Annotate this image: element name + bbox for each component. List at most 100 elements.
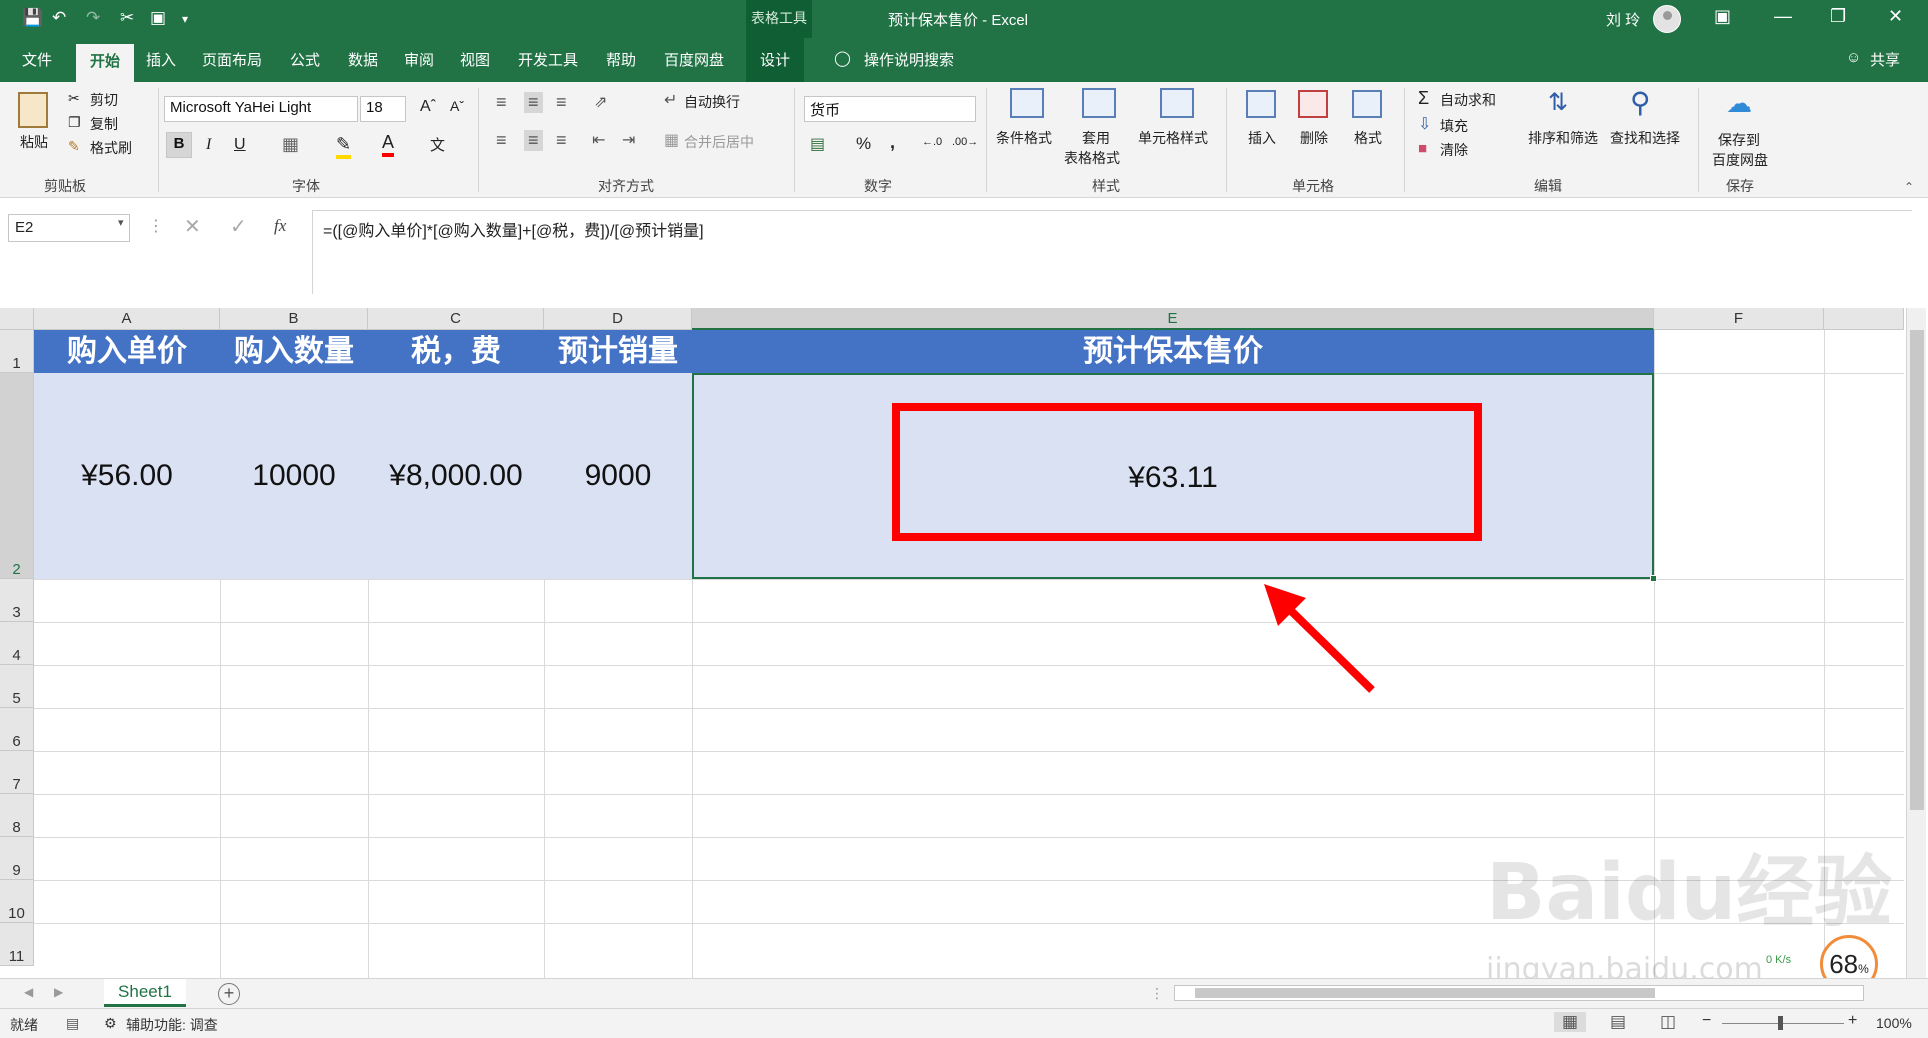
macro-record-icon[interactable]: ▤ bbox=[66, 1015, 79, 1032]
horizontal-scroll-thumb[interactable] bbox=[1195, 988, 1655, 998]
wrap-text-button[interactable]: 自动换行 bbox=[684, 92, 740, 112]
undo-icon[interactable]: ↶ bbox=[52, 8, 66, 28]
conditional-format-icon[interactable] bbox=[1010, 88, 1044, 118]
row-header-3[interactable]: 3 bbox=[0, 579, 34, 622]
column-header-f[interactable]: F bbox=[1654, 308, 1824, 330]
column-header-b[interactable]: B bbox=[220, 308, 368, 330]
add-sheet-icon[interactable]: + bbox=[218, 983, 240, 1005]
cancel-icon[interactable]: ✕ bbox=[184, 214, 201, 239]
bold-button[interactable]: B bbox=[166, 132, 192, 158]
tab-developer[interactable]: 开发工具 bbox=[518, 49, 578, 70]
page-layout-view-icon[interactable]: ▤ bbox=[1610, 1012, 1626, 1032]
select-all-corner[interactable] bbox=[0, 308, 34, 330]
merge-center-button[interactable]: 合并后居中 bbox=[684, 132, 754, 152]
conditional-format-button[interactable]: 条件格式 bbox=[996, 128, 1052, 148]
paste-icon[interactable] bbox=[18, 92, 48, 128]
zoom-level[interactable]: 100% bbox=[1876, 1015, 1912, 1031]
format-cells-button[interactable]: 格式 bbox=[1354, 128, 1382, 148]
redo-icon[interactable]: ↷ bbox=[86, 8, 100, 28]
font-name-select[interactable]: Microsoft YaHei Light bbox=[164, 96, 358, 122]
font-color-icon[interactable]: A bbox=[382, 132, 395, 157]
insert-function-button[interactable]: fx bbox=[274, 216, 286, 236]
align-top-icon[interactable]: ≡ bbox=[496, 92, 507, 113]
copy-button[interactable]: 复制 bbox=[90, 114, 118, 134]
align-center-icon[interactable]: ≡ bbox=[524, 130, 543, 151]
cell-c2[interactable]: ¥8,000.00 bbox=[368, 373, 544, 579]
zoom-in-icon[interactable]: + bbox=[1848, 1012, 1857, 1030]
vertical-scrollbar[interactable] bbox=[1906, 308, 1926, 978]
italic-button[interactable]: I bbox=[206, 136, 211, 154]
cell-b1[interactable]: 购入数量 bbox=[220, 330, 368, 373]
align-left-icon[interactable]: ≡ bbox=[496, 130, 507, 151]
row-header-11[interactable]: 11 bbox=[0, 923, 34, 966]
align-right-icon[interactable]: ≡ bbox=[556, 130, 567, 151]
cut-button[interactable]: 剪切 bbox=[90, 90, 118, 110]
decrease-font-icon[interactable]: Aˇ bbox=[450, 98, 464, 114]
cell-b2[interactable]: 10000 bbox=[220, 373, 368, 579]
align-middle-icon[interactable]: ≡ bbox=[524, 92, 543, 113]
increase-indent-icon[interactable]: ⇥ bbox=[622, 130, 635, 150]
cell-d2[interactable]: 9000 bbox=[544, 373, 692, 579]
zoom-slider-thumb[interactable] bbox=[1778, 1016, 1783, 1030]
find-select-button[interactable]: 查找和选择 bbox=[1610, 128, 1680, 148]
font-size-select[interactable]: 18 bbox=[360, 96, 406, 122]
share-button[interactable]: 共享 bbox=[1870, 49, 1900, 70]
orientation-icon[interactable]: ⇗ bbox=[594, 92, 607, 112]
row-header-9[interactable]: 9 bbox=[0, 837, 34, 880]
customize-qat-icon[interactable]: ▾ bbox=[182, 12, 188, 26]
row-header-8[interactable]: 8 bbox=[0, 794, 34, 837]
save-to-line2[interactable]: 百度网盘 bbox=[1712, 150, 1768, 170]
align-bottom-icon[interactable]: ≡ bbox=[556, 92, 567, 113]
page-break-view-icon[interactable]: ◫ bbox=[1660, 1012, 1676, 1032]
scroll-left-icon[interactable]: ◀ bbox=[24, 985, 33, 999]
insert-cells-button[interactable]: 插入 bbox=[1248, 128, 1276, 148]
save-to-line1[interactable]: 保存到 bbox=[1718, 130, 1760, 150]
tab-page-layout[interactable]: 页面布局 bbox=[202, 49, 262, 70]
cell-d1[interactable]: 预计销量 bbox=[544, 330, 692, 373]
fill-color-icon[interactable]: ✎ bbox=[336, 134, 352, 159]
tab-baidu-netdisk[interactable]: 百度网盘 bbox=[664, 49, 724, 70]
row-header-6[interactable]: 6 bbox=[0, 708, 34, 751]
tab-view[interactable]: 视图 bbox=[460, 49, 490, 70]
accessibility-status[interactable]: 辅助功能: 调查 bbox=[126, 1015, 218, 1035]
scissors-icon[interactable]: ✂ bbox=[120, 8, 134, 28]
cell-styles-icon[interactable] bbox=[1160, 88, 1194, 118]
format-cells-icon[interactable] bbox=[1352, 90, 1382, 118]
splitter-icon[interactable]: ⋮ bbox=[1150, 985, 1164, 1002]
horizontal-scrollbar[interactable] bbox=[1174, 985, 1864, 1001]
increase-decimal-icon[interactable]: ←.0 bbox=[922, 136, 942, 148]
percent-button[interactable]: % bbox=[856, 134, 871, 154]
tab-home[interactable]: 开始 bbox=[76, 44, 135, 82]
row-header-5[interactable]: 5 bbox=[0, 665, 34, 708]
cell-a2[interactable]: ¥56.00 bbox=[34, 373, 220, 579]
row-header-1[interactable]: 1 bbox=[0, 330, 34, 373]
column-header-d[interactable]: D bbox=[544, 308, 692, 330]
close-icon[interactable]: ✕ bbox=[1888, 6, 1903, 27]
insert-cells-icon[interactable] bbox=[1246, 90, 1276, 118]
format-as-table-line1[interactable]: 套用 bbox=[1082, 128, 1110, 148]
number-format-select[interactable]: 货币 bbox=[804, 96, 976, 122]
format-painter-button[interactable]: 格式刷 bbox=[90, 138, 132, 158]
vertical-scroll-thumb[interactable] bbox=[1910, 330, 1924, 810]
user-name[interactable]: 刘 玲 bbox=[1606, 9, 1640, 30]
row-header-2[interactable]: 2 bbox=[0, 373, 34, 579]
sheet-tab-sheet1[interactable]: Sheet1 bbox=[104, 979, 186, 1007]
comma-button[interactable]: , bbox=[890, 132, 895, 153]
minimize-icon[interactable]: — bbox=[1774, 6, 1792, 27]
fill-button[interactable]: 填充 bbox=[1440, 116, 1468, 136]
increase-font-icon[interactable]: Aˆ bbox=[420, 98, 436, 116]
column-header-a[interactable]: A bbox=[34, 308, 220, 330]
cell-c1[interactable]: 税，费 bbox=[368, 330, 544, 373]
row-header-4[interactable]: 4 bbox=[0, 622, 34, 665]
tab-help[interactable]: 帮助 bbox=[606, 49, 636, 70]
decrease-decimal-icon[interactable]: .00→ bbox=[952, 136, 978, 148]
tab-file[interactable]: 文件 bbox=[22, 49, 52, 70]
accessibility-icon[interactable]: ⚙ bbox=[104, 1015, 117, 1032]
cell-a1[interactable]: 购入单价 bbox=[34, 330, 220, 373]
column-header-e[interactable]: E bbox=[692, 308, 1654, 330]
column-header-c[interactable]: C bbox=[368, 308, 544, 330]
cell-e1[interactable]: 预计保本售价 bbox=[692, 330, 1654, 373]
tab-formulas[interactable]: 公式 bbox=[290, 49, 320, 70]
normal-view-icon[interactable]: ▦ bbox=[1554, 1012, 1587, 1032]
tab-insert[interactable]: 插入 bbox=[146, 49, 176, 70]
